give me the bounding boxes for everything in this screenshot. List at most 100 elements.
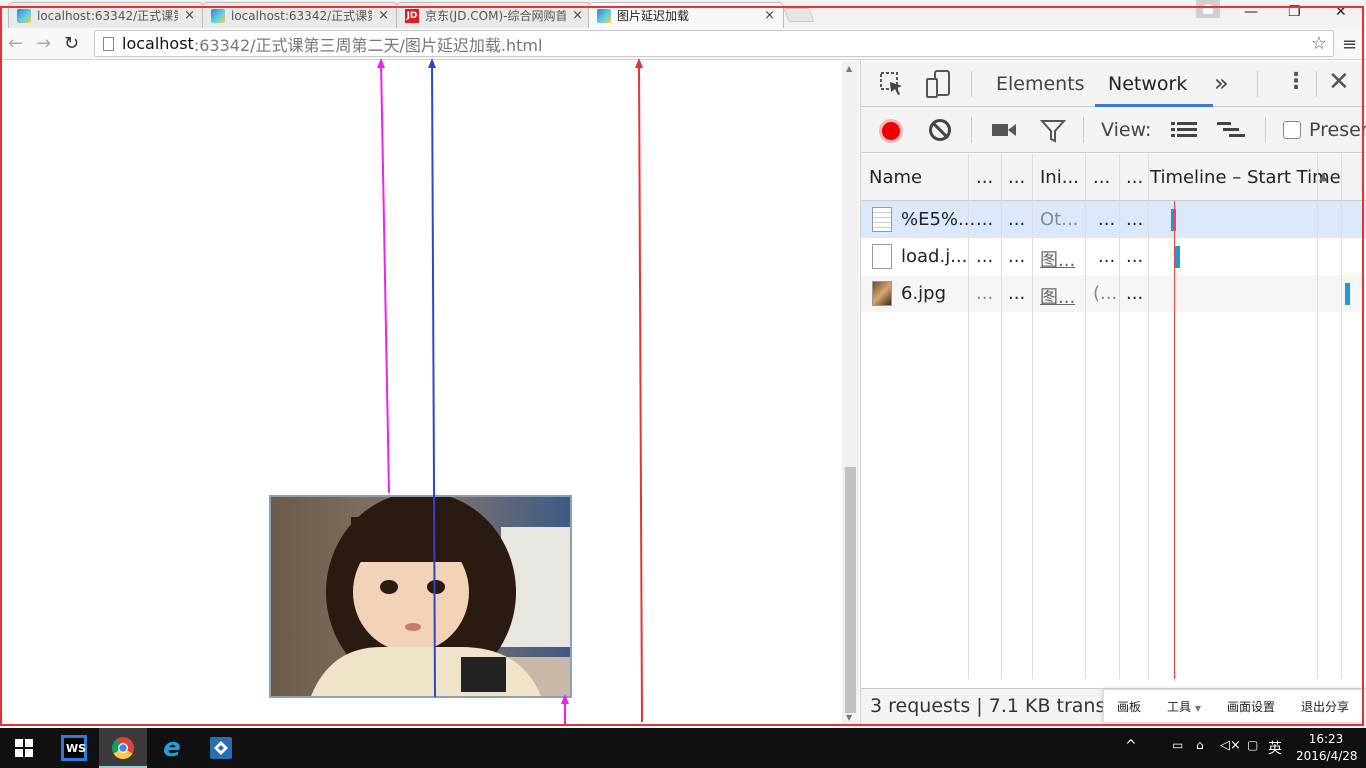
column-header-timeline[interactable]: Timeline – Start Time [1150, 167, 1341, 188]
devtools-panel: Elements Network » ⋮ ✕ View: Preser Name… [860, 61, 1366, 727]
browser-tab-active[interactable]: 图片延迟加载 × [588, 2, 784, 28]
network-icon[interactable]: ⌂ [1196, 738, 1204, 752]
request-name: 6.jpg [901, 283, 947, 304]
filter-icon[interactable] [1040, 119, 1066, 143]
taskbar-app[interactable] [197, 728, 245, 768]
chevron-down-icon: ▼ [1194, 703, 1201, 713]
request-name: load.j... [901, 246, 968, 267]
device-toolbar-icon[interactable] [925, 69, 953, 99]
forward-icon[interactable]: → [36, 33, 51, 54]
network-request-table: Name ... ... Ini... ... ... Timeline – S… [861, 154, 1366, 679]
cell: ... [1008, 283, 1026, 304]
tab-close-icon[interactable]: × [378, 8, 389, 23]
table-header: Name ... ... Ini... ... ... Timeline – S… [861, 154, 1366, 201]
inspect-element-icon[interactable] [879, 71, 905, 97]
taskbar-ie[interactable]: e [148, 728, 196, 768]
show-hidden-icons-icon[interactable]: ^ [1125, 738, 1137, 754]
minimize-icon[interactable]: — [1244, 4, 1258, 20]
cell: ... [1098, 209, 1116, 230]
share-tools-label: 工具 [1166, 699, 1191, 714]
restore-icon[interactable]: ❐ [1288, 4, 1301, 20]
column-header[interactable]: ... [1093, 167, 1110, 188]
share-screen-settings-button[interactable]: 画面设置 [1227, 698, 1275, 715]
request-initiator: Ot... [1040, 209, 1079, 230]
more-options-icon[interactable]: ⋮ [1285, 69, 1307, 94]
scroll-up-icon[interactable]: ▲ [846, 64, 852, 73]
image-thumbnail-icon [872, 281, 892, 306]
chat-icon[interactable]: ▢ [1247, 738, 1258, 752]
record-icon[interactable] [879, 119, 903, 143]
tab-elements[interactable]: Elements [996, 73, 1085, 95]
start-button[interactable] [0, 728, 48, 768]
table-row-selected[interactable]: %E5%... ... ... Ot... ... ... [861, 201, 1366, 238]
tab-strip: localhost:63342/正式课第 × localhost:63342/正… [0, 0, 1366, 28]
browser-toolbar: ← → ↻ localhost:63342/正式课第三周第二天/图片延迟加载.h… [0, 28, 1366, 60]
column-header[interactable]: ... [976, 167, 993, 188]
waterfall-overview-icon[interactable] [1217, 121, 1247, 139]
column-divider [1032, 154, 1033, 679]
large-rows-icon[interactable] [1171, 121, 1197, 139]
table-row[interactable]: 6.jpg ... ... 图... (... ... [861, 275, 1366, 312]
exit-share-button[interactable]: 退出分享 [1301, 698, 1349, 715]
cell: ... [1126, 246, 1144, 267]
more-tabs-icon[interactable]: » [1214, 69, 1229, 97]
battery-icon[interactable]: ▭ [1172, 738, 1183, 752]
clear-icon[interactable] [929, 119, 951, 141]
column-header[interactable]: ... [1008, 167, 1025, 188]
system-clock[interactable]: 16:23 2016/4/28 [1296, 731, 1358, 765]
close-devtools-icon[interactable]: ✕ [1328, 67, 1350, 97]
new-tab-button[interactable] [783, 8, 815, 22]
reload-icon[interactable]: ↻ [64, 33, 79, 54]
taskbar-webstorm[interactable]: WS [50, 728, 98, 768]
cell: ... [1008, 209, 1026, 230]
clock-time: 16:23 [1308, 732, 1344, 746]
preserve-log-checkbox[interactable] [1283, 121, 1301, 139]
taskbar-chrome[interactable] [99, 728, 147, 768]
close-window-icon[interactable]: ✕ [1335, 4, 1347, 20]
column-header[interactable]: ... [1126, 167, 1143, 188]
column-header-name[interactable]: Name [869, 167, 922, 188]
share-whiteboard-button[interactable]: 画板 [1117, 698, 1141, 715]
girl-photo [271, 497, 570, 696]
volume-muted-icon[interactable]: ◁× [1220, 738, 1241, 753]
request-initiator-link[interactable]: 图... [1040, 246, 1075, 272]
document-icon [872, 207, 892, 232]
profile-icon[interactable] [1196, 0, 1220, 18]
url-path: :63342/正式课第三周第二天/图片延迟加载.html [193, 35, 543, 55]
browser-tab[interactable]: localhost:63342/正式课第 × [8, 2, 204, 28]
load-event-line [1174, 201, 1175, 679]
tab-network[interactable]: Network [1108, 73, 1187, 95]
cell: ... [976, 246, 994, 267]
request-initiator-link[interactable]: 图... [1040, 283, 1075, 309]
back-icon[interactable]: ← [8, 33, 23, 54]
tab-close-icon[interactable]: × [184, 8, 195, 23]
webstorm-icon [17, 8, 31, 23]
webstorm-icon: WS [61, 735, 87, 761]
preserve-log-label: Preser [1309, 119, 1366, 141]
address-bar[interactable]: localhost:63342/正式课第三周第二天/图片延迟加载.html ☆ [94, 30, 1334, 57]
share-tools-button[interactable]: 工具 ▼ [1167, 698, 1201, 715]
chrome-icon [112, 737, 134, 759]
scrollbar-thumb[interactable] [845, 467, 856, 713]
column-divider [1085, 154, 1086, 679]
bookmark-star-icon[interactable]: ☆ [1311, 33, 1327, 54]
clock-date: 2016/4/28 [1296, 749, 1358, 763]
page-scrollbar[interactable]: ▲ ▼ [842, 61, 859, 727]
tab-close-icon[interactable]: × [572, 8, 583, 23]
page-viewport [0, 61, 842, 727]
browser-tab[interactable]: JD 京东(JD.COM)-综合网购首 × [396, 2, 592, 28]
view-label: View: [1101, 119, 1152, 141]
svg-text:WS: WS [66, 742, 86, 755]
tab-close-icon[interactable]: × [764, 8, 775, 23]
cell: (... [1093, 283, 1118, 304]
lazy-loaded-image [269, 495, 572, 698]
tab-title: 京东(JD.COM)-综合网购首 [425, 9, 567, 23]
table-row[interactable]: load.j... ... ... 图... ... ... [861, 238, 1366, 275]
scroll-down-icon[interactable]: ▼ [846, 713, 852, 722]
file-icon [872, 244, 892, 269]
browser-tab[interactable]: localhost:63342/正式课第 × [202, 2, 398, 28]
menu-icon[interactable]: ≡ [1342, 34, 1357, 55]
capture-screenshots-icon[interactable] [991, 121, 1017, 139]
column-header-initiator[interactable]: Ini... [1040, 167, 1079, 188]
ime-indicator[interactable]: 英 [1268, 738, 1282, 758]
